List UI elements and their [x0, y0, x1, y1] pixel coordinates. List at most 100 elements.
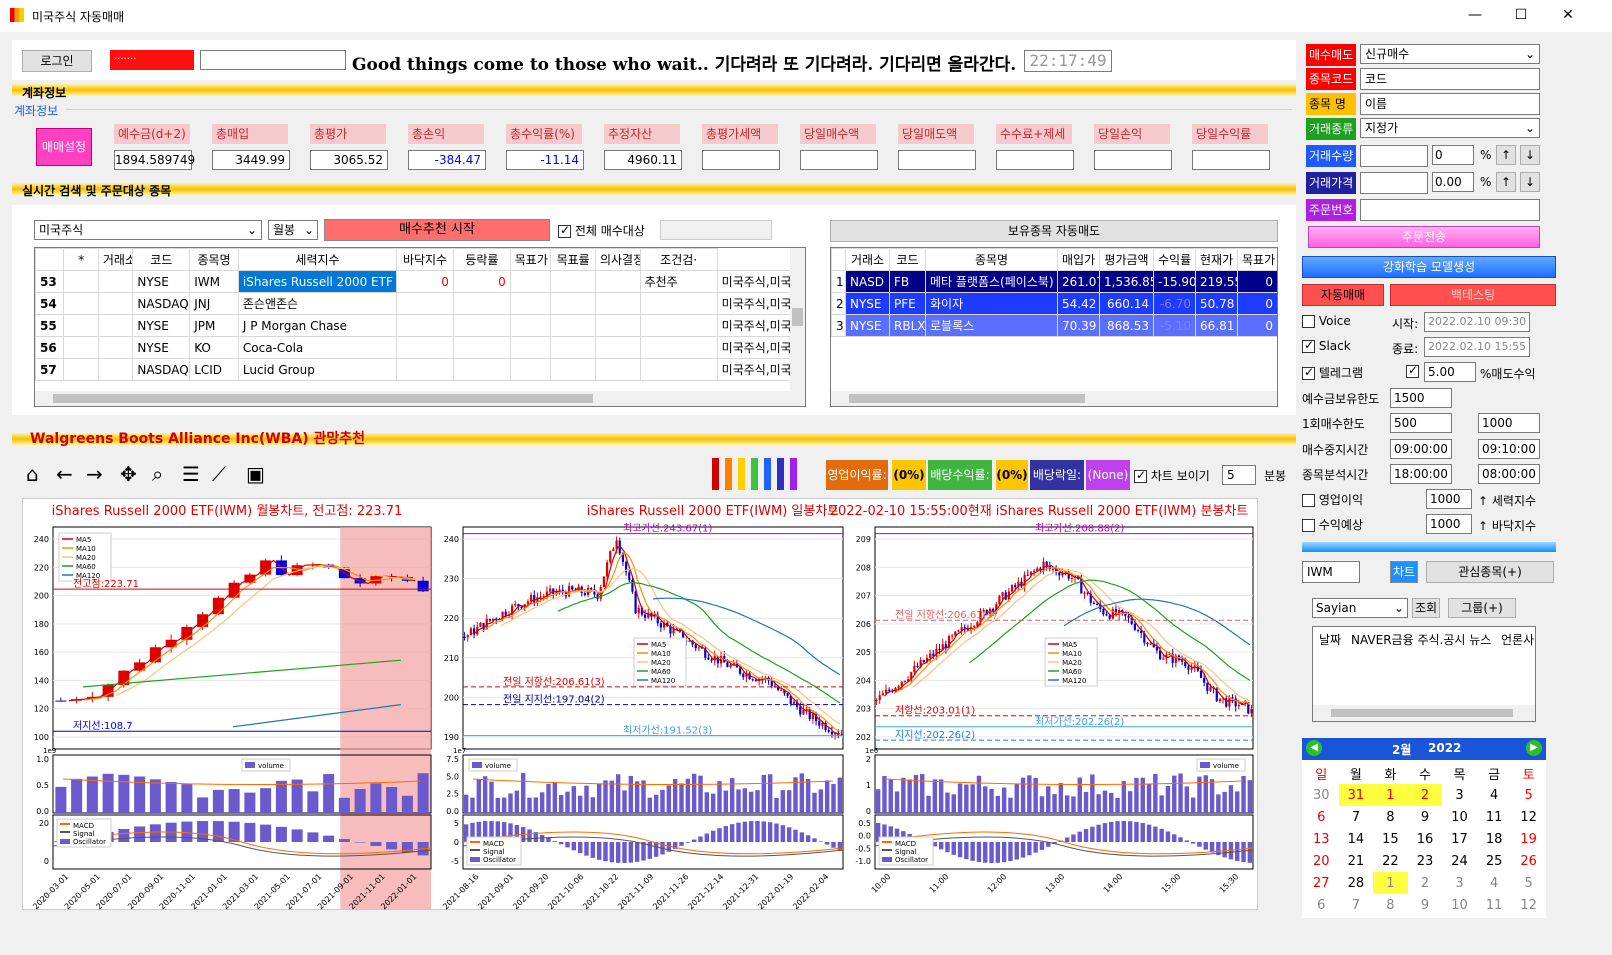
ticker-input[interactable]: IWM	[1302, 561, 1360, 583]
news-hscroll[interactable]	[1313, 705, 1535, 721]
chart-line-icon[interactable]: ⟋	[212, 462, 226, 486]
order-type-select[interactable]: 신규매수 ⌄	[1360, 44, 1540, 64]
analysis-time-input-2[interactable]: 08:00:00	[1478, 464, 1540, 484]
calendar-day[interactable]: 9	[1408, 894, 1443, 916]
all-buy-checkbox[interactable]: 전체 매수대상	[558, 222, 645, 239]
pan-icon[interactable]: ✥	[120, 462, 137, 486]
stop-time-input-2[interactable]: 09:10:00	[1478, 439, 1540, 459]
calendar-month[interactable]: 2월	[1392, 741, 1411, 758]
zoom-icon[interactable]: ⌕	[152, 462, 163, 486]
backtest-button[interactable]: 백테스팅	[1390, 284, 1556, 306]
calendar-day[interactable]: 3	[1442, 784, 1477, 806]
price-input[interactable]	[1360, 172, 1428, 194]
lookup-button[interactable]: 조회	[1412, 598, 1440, 618]
table-row[interactable]: 54 NASDAQ JNJ 존슨앤존슨 미국주식,미국주	[35, 292, 805, 315]
calendar-day[interactable]: 19	[1511, 828, 1546, 850]
calendar-day[interactable]: 11	[1477, 894, 1512, 916]
trade-type-select[interactable]: 지정가 ⌄	[1360, 118, 1540, 138]
calendar-day[interactable]: 11	[1477, 806, 1512, 828]
close-button[interactable]: ✕	[1545, 4, 1591, 28]
show-chart-checkbox[interactable]: 차트 보이기	[1134, 467, 1210, 484]
price-spinner[interactable]: 0.00	[1432, 172, 1474, 192]
column-header[interactable]: 매입가	[1057, 248, 1100, 271]
calendar-day[interactable]: 21	[1339, 850, 1374, 872]
qty-input[interactable]	[1360, 145, 1428, 167]
calendar-year[interactable]: 2022	[1428, 741, 1461, 755]
op-profit-spinner[interactable]: 1000	[1426, 489, 1472, 509]
calendar-day[interactable]: 2	[1407, 784, 1443, 806]
auto-trade-button[interactable]: 자동매매	[1302, 284, 1384, 306]
column-header[interactable]: 코드	[132, 248, 191, 271]
calendar-day[interactable]: 22	[1373, 850, 1408, 872]
table-row[interactable]: 53 NYSE IWM iShares Russell 2000 ETF 0 0 추천주 미국…	[35, 270, 805, 293]
calendar-day[interactable]: 10	[1442, 806, 1477, 828]
calendar-day[interactable]: 27	[1304, 872, 1339, 894]
qty-up-arrow-icon[interactable]: ↑	[1496, 145, 1516, 165]
sell-rate-checkbox[interactable]	[1406, 363, 1419, 378]
column-header[interactable]: 거래소	[845, 248, 890, 271]
send-order-button[interactable]: 주문전송	[1308, 226, 1540, 248]
table-row[interactable]: 57 NASDAQ LCID Lucid Group 미국주식,미국주	[35, 358, 805, 381]
calendar-day[interactable]: 4	[1477, 872, 1512, 894]
column-header[interactable]: 조건검·	[639, 248, 718, 271]
voice-checkbox[interactable]: Voice	[1302, 314, 1351, 328]
once-limit-spinner[interactable]: 500	[1390, 413, 1452, 433]
calendar-day[interactable]: 9	[1408, 806, 1443, 828]
calendar-day[interactable]: 8	[1373, 894, 1408, 916]
forward-arrow-icon[interactable]: →	[86, 462, 103, 486]
auto-sell-button[interactable]: 보유종목 자동매도	[830, 220, 1278, 242]
back-arrow-icon[interactable]: ←	[56, 462, 73, 486]
calendar-day[interactable]: 26	[1511, 850, 1546, 872]
calendar-day[interactable]: 1	[1373, 872, 1408, 894]
calendar-day[interactable]: 17	[1442, 828, 1477, 850]
calendar-day[interactable]: 8	[1373, 806, 1408, 828]
calendar-day[interactable]: 16	[1408, 828, 1443, 850]
table-row[interactable]: 1NASDFB메타 플랫폼스(페이스북)261.071,536.85-15.90…	[831, 270, 1277, 293]
calendar-day[interactable]: 5	[1511, 784, 1546, 806]
login-button[interactable]: 로그인	[22, 50, 92, 72]
column-header[interactable]: 평가금액	[1099, 248, 1154, 271]
column-header[interactable]: 목표가	[509, 248, 552, 271]
configure-icon[interactable]: ☰	[182, 462, 200, 486]
stock-name-input[interactable]: 이름	[1360, 93, 1540, 115]
calendar-day[interactable]: 18	[1477, 828, 1512, 850]
sell-rate-spinner[interactable]: 5.00	[1424, 362, 1476, 382]
calendar-day[interactable]: 30	[1304, 784, 1339, 806]
end-datetime[interactable]: 2022.02.10 15:55	[1424, 337, 1530, 357]
price-down-arrow-icon[interactable]: ↓	[1520, 172, 1540, 192]
calendar-day[interactable]: 12	[1511, 806, 1546, 828]
slack-checkbox[interactable]: Slack	[1302, 338, 1351, 353]
minute-spinner[interactable]: 5	[1222, 465, 1256, 485]
table-row[interactable]: 55 NYSE JPM J P Morgan Chase 미국주식,미국주	[35, 314, 805, 337]
prev-month-icon[interactable]: ◀	[1306, 740, 1322, 756]
scroll-thumb[interactable]	[849, 394, 1085, 403]
start-recommend-button[interactable]: 매수추천 시작	[324, 219, 550, 241]
calendar-day[interactable]: 14	[1339, 828, 1374, 850]
user-select[interactable]: Sayian ⌄	[1312, 598, 1408, 618]
holdings-hscroll[interactable]	[831, 391, 1277, 406]
calendar-day[interactable]: 4	[1477, 784, 1512, 806]
analysis-time-input[interactable]: 18:00:00	[1390, 464, 1452, 484]
deposit-limit-spinner[interactable]: 1500	[1390, 388, 1452, 408]
chart-button[interactable]: 차트	[1390, 561, 1418, 583]
account-select[interactable]: ·······	[110, 50, 194, 70]
start-datetime[interactable]: 2022.02.10 09:30	[1424, 312, 1530, 332]
column-header[interactable]: 종목명	[925, 248, 1058, 271]
calendar-day[interactable]: 25	[1477, 850, 1512, 872]
minimize-button[interactable]: —	[1452, 4, 1498, 28]
calendar-day[interactable]: 10	[1442, 894, 1477, 916]
calendar-day[interactable]: 13	[1304, 828, 1339, 850]
calendar-day[interactable]: 6	[1304, 894, 1339, 916]
scroll-thumb[interactable]	[792, 308, 803, 326]
column-header[interactable]: 현재가	[1195, 248, 1238, 271]
calendar-day[interactable]: 20	[1304, 850, 1339, 872]
table-row[interactable]: 56 NYSE KO Coca-Cola 미국주식,미국주	[35, 336, 805, 359]
qty-spinner[interactable]: 0	[1432, 145, 1474, 165]
calendar-day[interactable]: 28	[1339, 872, 1374, 894]
watchlist-button[interactable]: 관심종목(+)	[1426, 561, 1554, 583]
calendar-day[interactable]: 5	[1511, 872, 1546, 894]
expected-spinner[interactable]: 1000	[1426, 514, 1472, 534]
calendar-day[interactable]: 15	[1373, 828, 1408, 850]
market-select[interactable]: 미국주식 ⌄	[34, 220, 262, 240]
scroll-thumb[interactable]	[1331, 709, 1513, 717]
